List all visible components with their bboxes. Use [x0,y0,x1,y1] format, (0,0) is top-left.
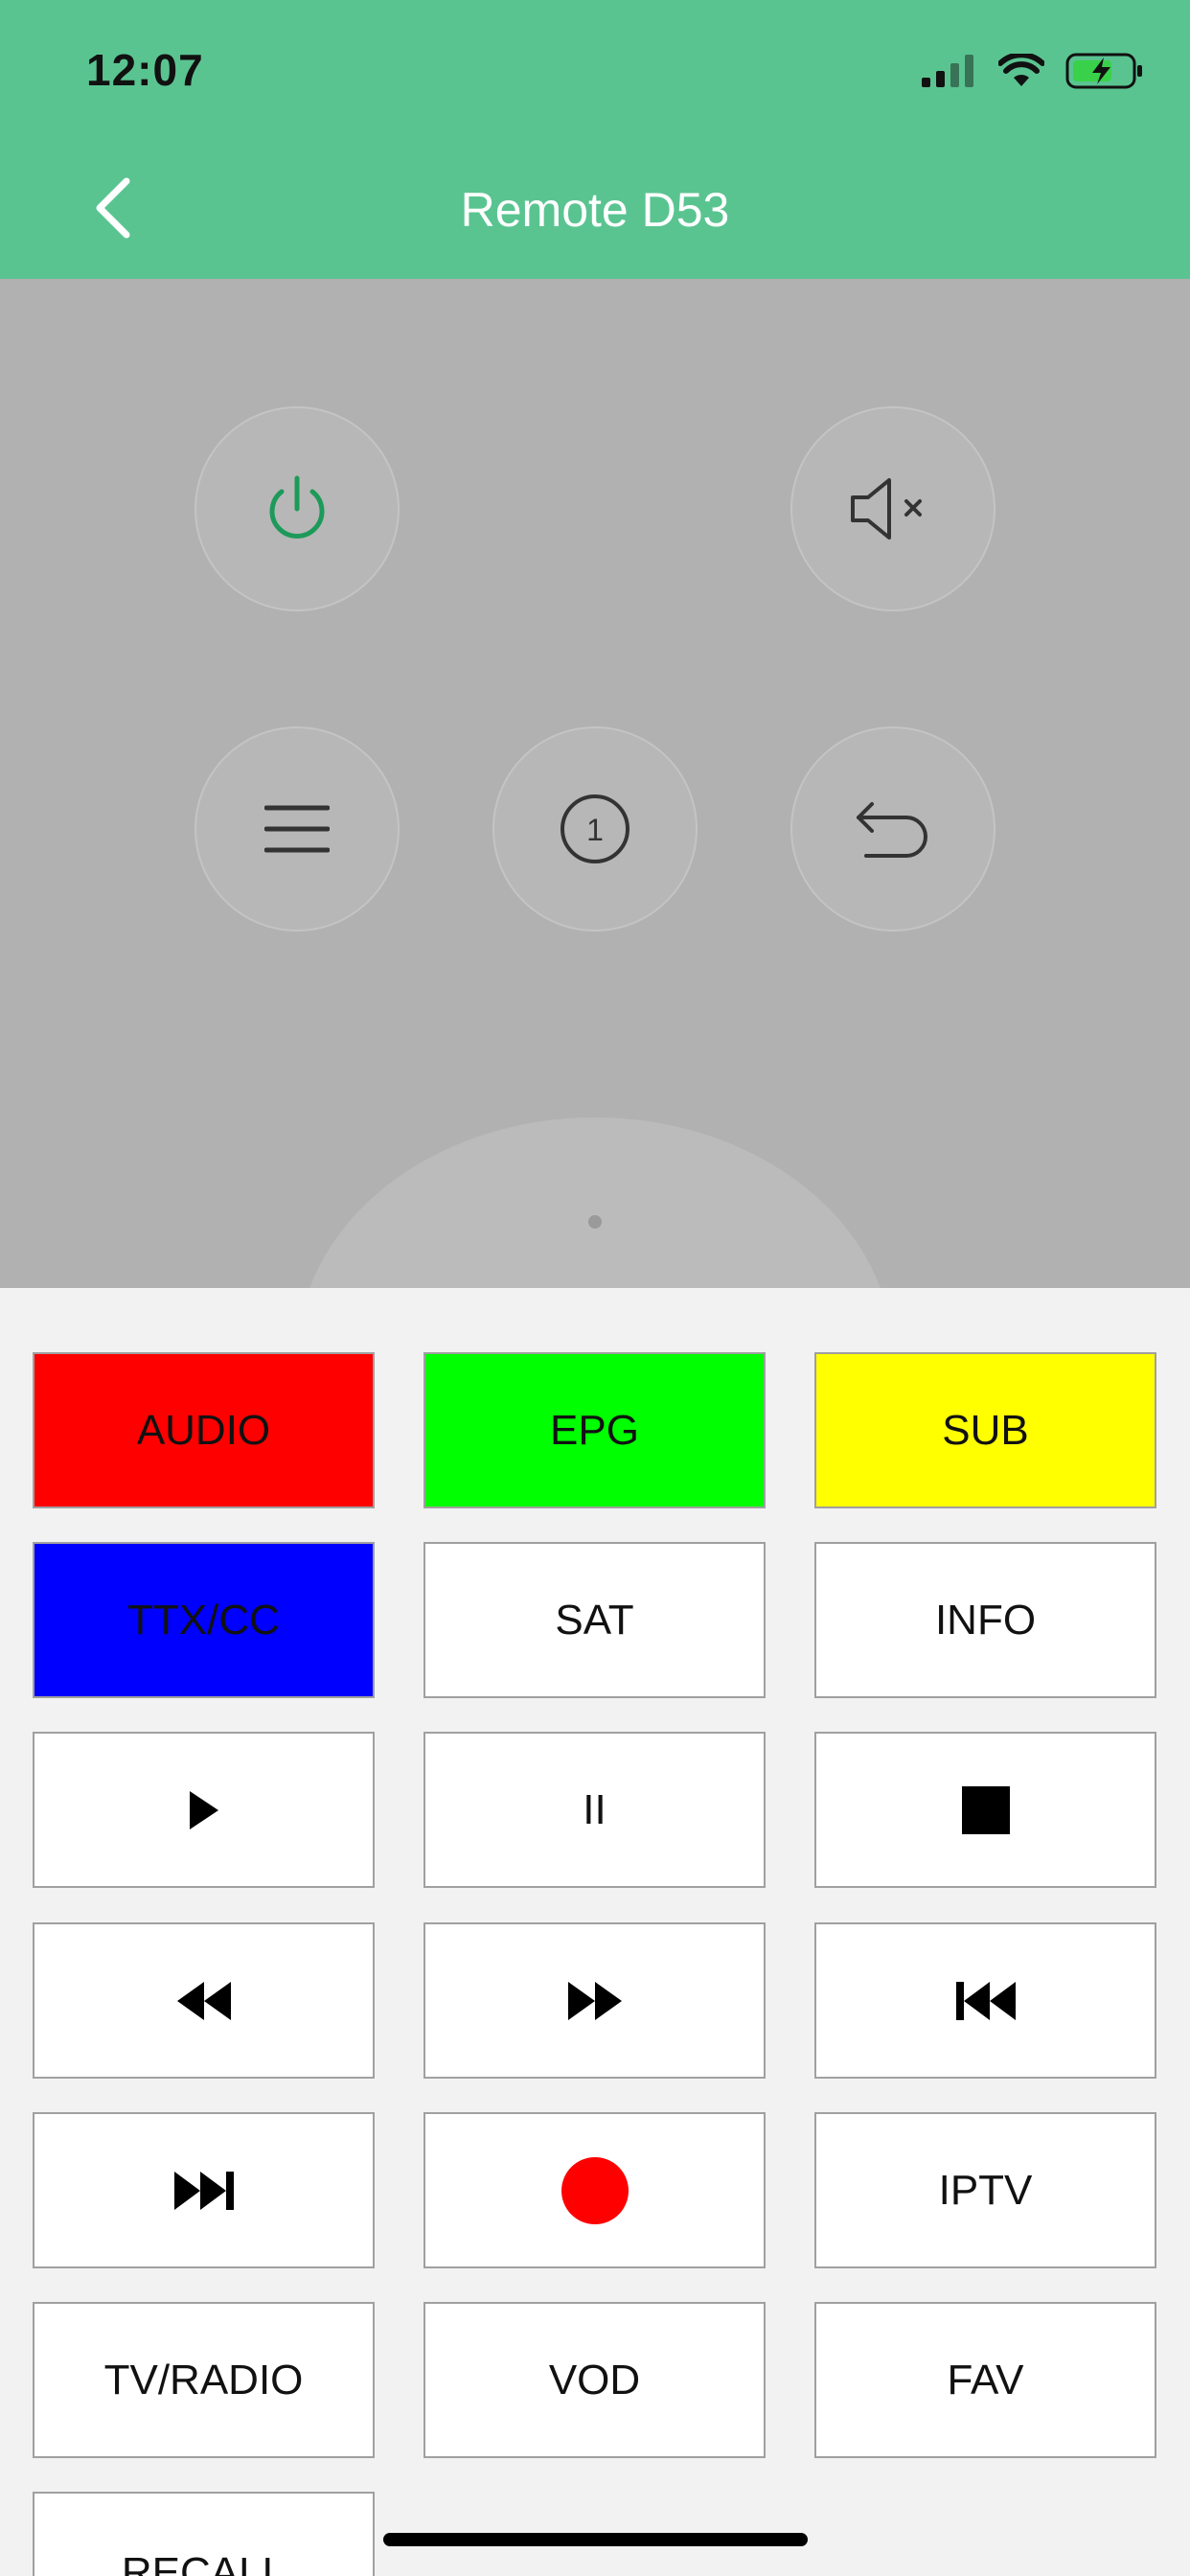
record-button[interactable] [423,2112,766,2268]
stop-button[interactable] [814,1732,1156,1888]
sub-button[interactable]: SUB [814,1352,1156,1508]
fast-forward-icon [567,1981,622,2020]
signal-icon [922,55,973,87]
status-icons [922,52,1144,90]
direction-pad[interactable] [297,1117,893,1288]
page-indicator-dot [588,1215,602,1229]
mute-button[interactable] [790,406,995,611]
stop-icon [961,1785,1010,1834]
key-grid: AUDIO EPG SUB TTX/CC SAT INFO II IPTV TV… [0,1288,1190,2576]
menu-icon [264,805,330,853]
circle-one-icon: 1 [561,794,629,863]
top-bar: 12:07 Remote D53 [0,0,1190,279]
wifi-icon [998,54,1044,86]
audio-button[interactable]: AUDIO [33,1352,375,1508]
next-button[interactable] [33,2112,375,2268]
one-label: 1 [586,813,604,847]
status-time: 12:07 [86,45,204,95]
tv-radio-button[interactable]: TV/RADIO [33,2302,375,2458]
skip-previous-icon [955,1981,1016,2020]
home-indicator[interactable] [383,2533,808,2546]
return-button[interactable] [790,726,995,932]
one-button[interactable]: 1 [492,726,698,932]
iptv-button[interactable]: IPTV [814,2112,1156,2268]
skip-next-icon [173,2171,234,2210]
power-button[interactable] [195,406,400,611]
ttx-cc-button[interactable]: TTX/CC [33,1542,375,1698]
recall-button[interactable]: RECALL [33,2492,375,2576]
info-button[interactable]: INFO [814,1542,1156,1698]
record-icon [561,2156,629,2224]
rewind-icon [176,1981,231,2020]
epg-button[interactable]: EPG [423,1352,766,1508]
power-icon [269,475,325,539]
page-title: Remote D53 [460,183,730,237]
fast-forward-button[interactable] [423,1922,766,2079]
rewind-button[interactable] [33,1922,375,2079]
battery-charging-icon [1065,53,1142,89]
pause-button[interactable]: II [423,1732,766,1888]
return-arrow-icon [857,802,927,858]
play-icon [189,1790,218,1829]
sat-button[interactable]: SAT [423,1542,766,1698]
mute-icon [851,478,922,540]
vod-button[interactable]: VOD [423,2302,766,2458]
previous-button[interactable] [814,1922,1156,2079]
menu-button[interactable] [195,726,400,932]
play-button[interactable] [33,1732,375,1888]
fav-button[interactable]: FAV [814,2302,1156,2458]
remote-area: 1 [0,279,1190,1288]
